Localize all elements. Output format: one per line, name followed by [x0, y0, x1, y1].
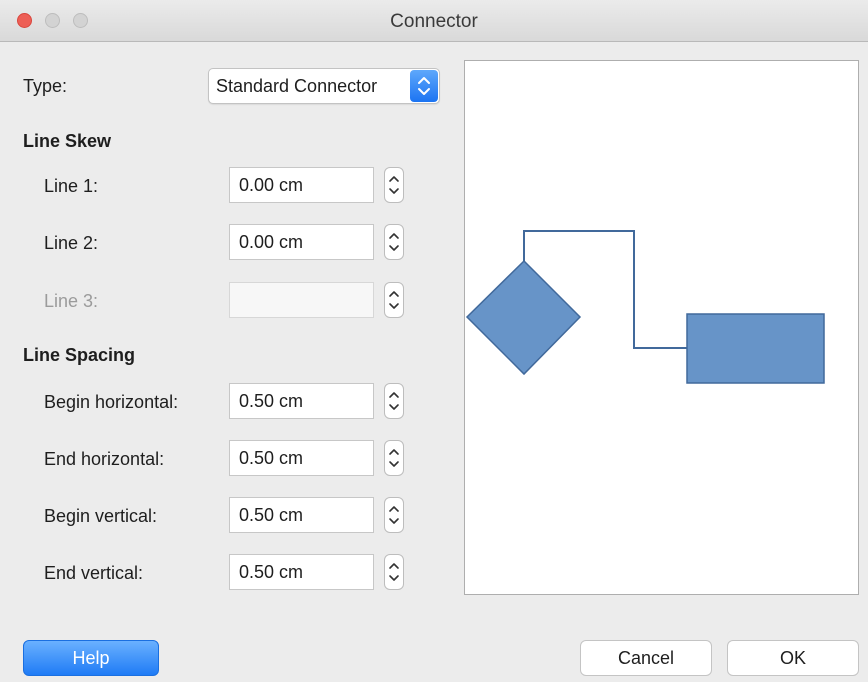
- begin-horizontal-value: 0.50 cm: [239, 391, 304, 411]
- line-1-value: 0.00 cm: [239, 175, 304, 195]
- line-1-label: Line 1:: [44, 176, 99, 196]
- select-arrows-icon: [410, 70, 438, 102]
- line-2-input[interactable]: 0.00 cm: [229, 224, 374, 260]
- end-vertical-stepper[interactable]: [384, 554, 404, 590]
- end-horizontal-value: 0.50 cm: [239, 448, 304, 468]
- stepper-arrows-icon: [389, 563, 399, 581]
- end-vertical-input[interactable]: 0.50 cm: [229, 554, 374, 590]
- stepper-arrows-icon: [389, 233, 399, 251]
- type-label: Type:: [23, 76, 68, 96]
- stepper-arrows-icon: [389, 506, 399, 524]
- stepper-arrows-icon: [389, 291, 399, 309]
- end-vertical-label: End vertical:: [44, 563, 144, 583]
- type-select-value: Standard Connector: [216, 76, 378, 96]
- line-2-value: 0.00 cm: [239, 232, 304, 252]
- title-bar: Connector: [0, 0, 868, 42]
- line-3-input: [229, 282, 374, 318]
- help-button[interactable]: Help: [23, 640, 159, 676]
- stepper-arrows-icon: [389, 392, 399, 410]
- stepper-arrows-icon: [389, 449, 399, 467]
- connector-preview: [464, 60, 859, 595]
- ok-button[interactable]: OK: [727, 640, 859, 676]
- end-horizontal-input[interactable]: 0.50 cm: [229, 440, 374, 476]
- line-2-stepper[interactable]: [384, 224, 404, 260]
- line-1-input[interactable]: 0.00 cm: [229, 167, 374, 203]
- diamond-shape: [465, 259, 582, 376]
- line-2-label: Line 2:: [44, 233, 99, 253]
- begin-vertical-label: Begin vertical:: [44, 506, 158, 526]
- cancel-button[interactable]: Cancel: [580, 640, 712, 676]
- rectangle-shape: [686, 313, 825, 384]
- end-vertical-value: 0.50 cm: [239, 562, 304, 582]
- window-title: Connector: [390, 11, 478, 32]
- type-select[interactable]: Standard Connector: [208, 68, 440, 104]
- begin-horizontal-input[interactable]: 0.50 cm: [229, 383, 374, 419]
- line-skew-heading: Line Skew: [23, 131, 112, 151]
- line-3-label: Line 3:: [44, 291, 99, 311]
- begin-horizontal-stepper[interactable]: [384, 383, 404, 419]
- begin-vertical-stepper[interactable]: [384, 497, 404, 533]
- begin-vertical-input[interactable]: 0.50 cm: [229, 497, 374, 533]
- end-horizontal-stepper[interactable]: [384, 440, 404, 476]
- line-3-stepper: [384, 282, 404, 318]
- line-1-stepper[interactable]: [384, 167, 404, 203]
- begin-vertical-value: 0.50 cm: [239, 505, 304, 525]
- line-spacing-heading: Line Spacing: [23, 345, 136, 365]
- end-horizontal-label: End horizontal:: [44, 449, 165, 469]
- stepper-arrows-icon: [389, 176, 399, 194]
- begin-horizontal-label: Begin horizontal:: [44, 392, 179, 412]
